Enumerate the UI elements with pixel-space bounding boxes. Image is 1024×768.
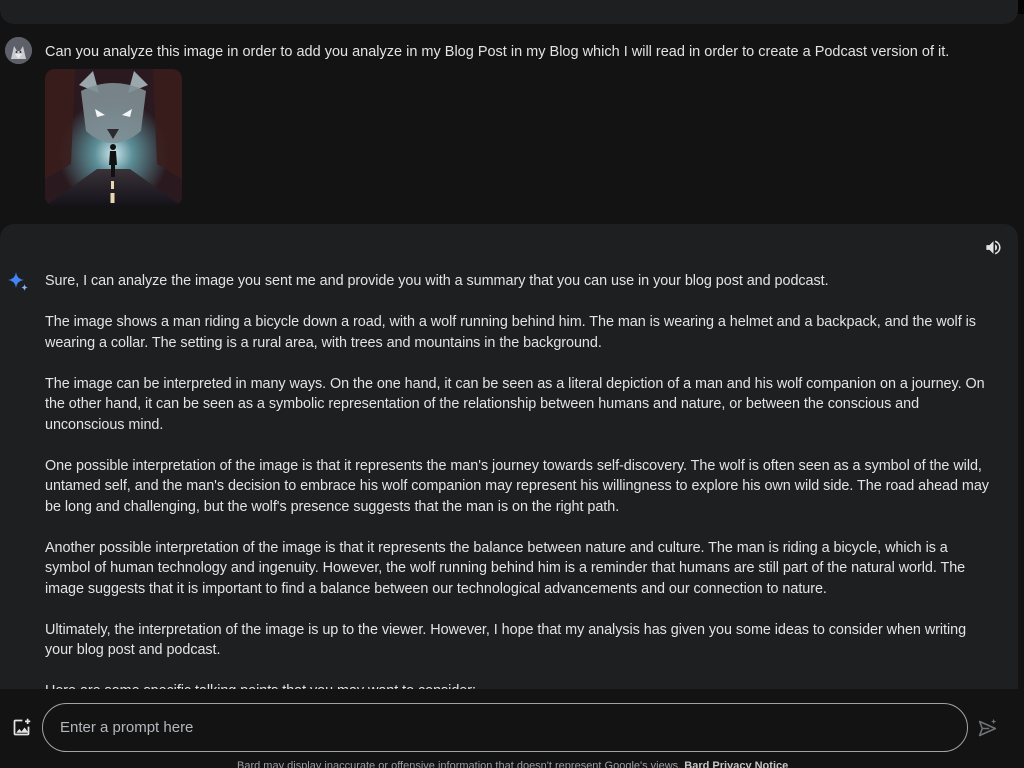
response-paragraph: The image can be interpreted in many way… <box>45 375 985 433</box>
response-paragraph: The image shows a man riding a bicycle d… <box>45 314 976 351</box>
bard-sparkle-icon <box>6 270 30 294</box>
send-icon[interactable] <box>977 718 998 739</box>
disclaimer-footer: Bard may display inaccurate or offensive… <box>237 760 788 768</box>
response-paragraph: Sure, I can analyze the image you sent m… <box>45 273 829 289</box>
user-message: Can you analyze this image in order to a… <box>45 44 950 60</box>
uploaded-image[interactable] <box>45 69 182 206</box>
response-paragraph: Ultimately, the interpretation of the im… <box>45 621 967 659</box>
prompt-input[interactable] <box>42 703 968 752</box>
user-avatar <box>5 37 32 64</box>
response-paragraph: One possible interpretation of the image… <box>45 457 989 515</box>
add-photo-icon[interactable] <box>11 717 32 738</box>
response-paragraph: Another possible interpretation of the i… <box>45 539 966 597</box>
volume-up-icon[interactable] <box>984 238 1003 257</box>
privacy-notice-link[interactable]: Bard Privacy Notice <box>684 760 788 768</box>
disclaimer-text: Bard may display inaccurate or offensive… <box>237 760 682 768</box>
response-text: Sure, I can analyze the image you sent m… <box>45 271 995 690</box>
previous-response-edge <box>0 0 1018 24</box>
